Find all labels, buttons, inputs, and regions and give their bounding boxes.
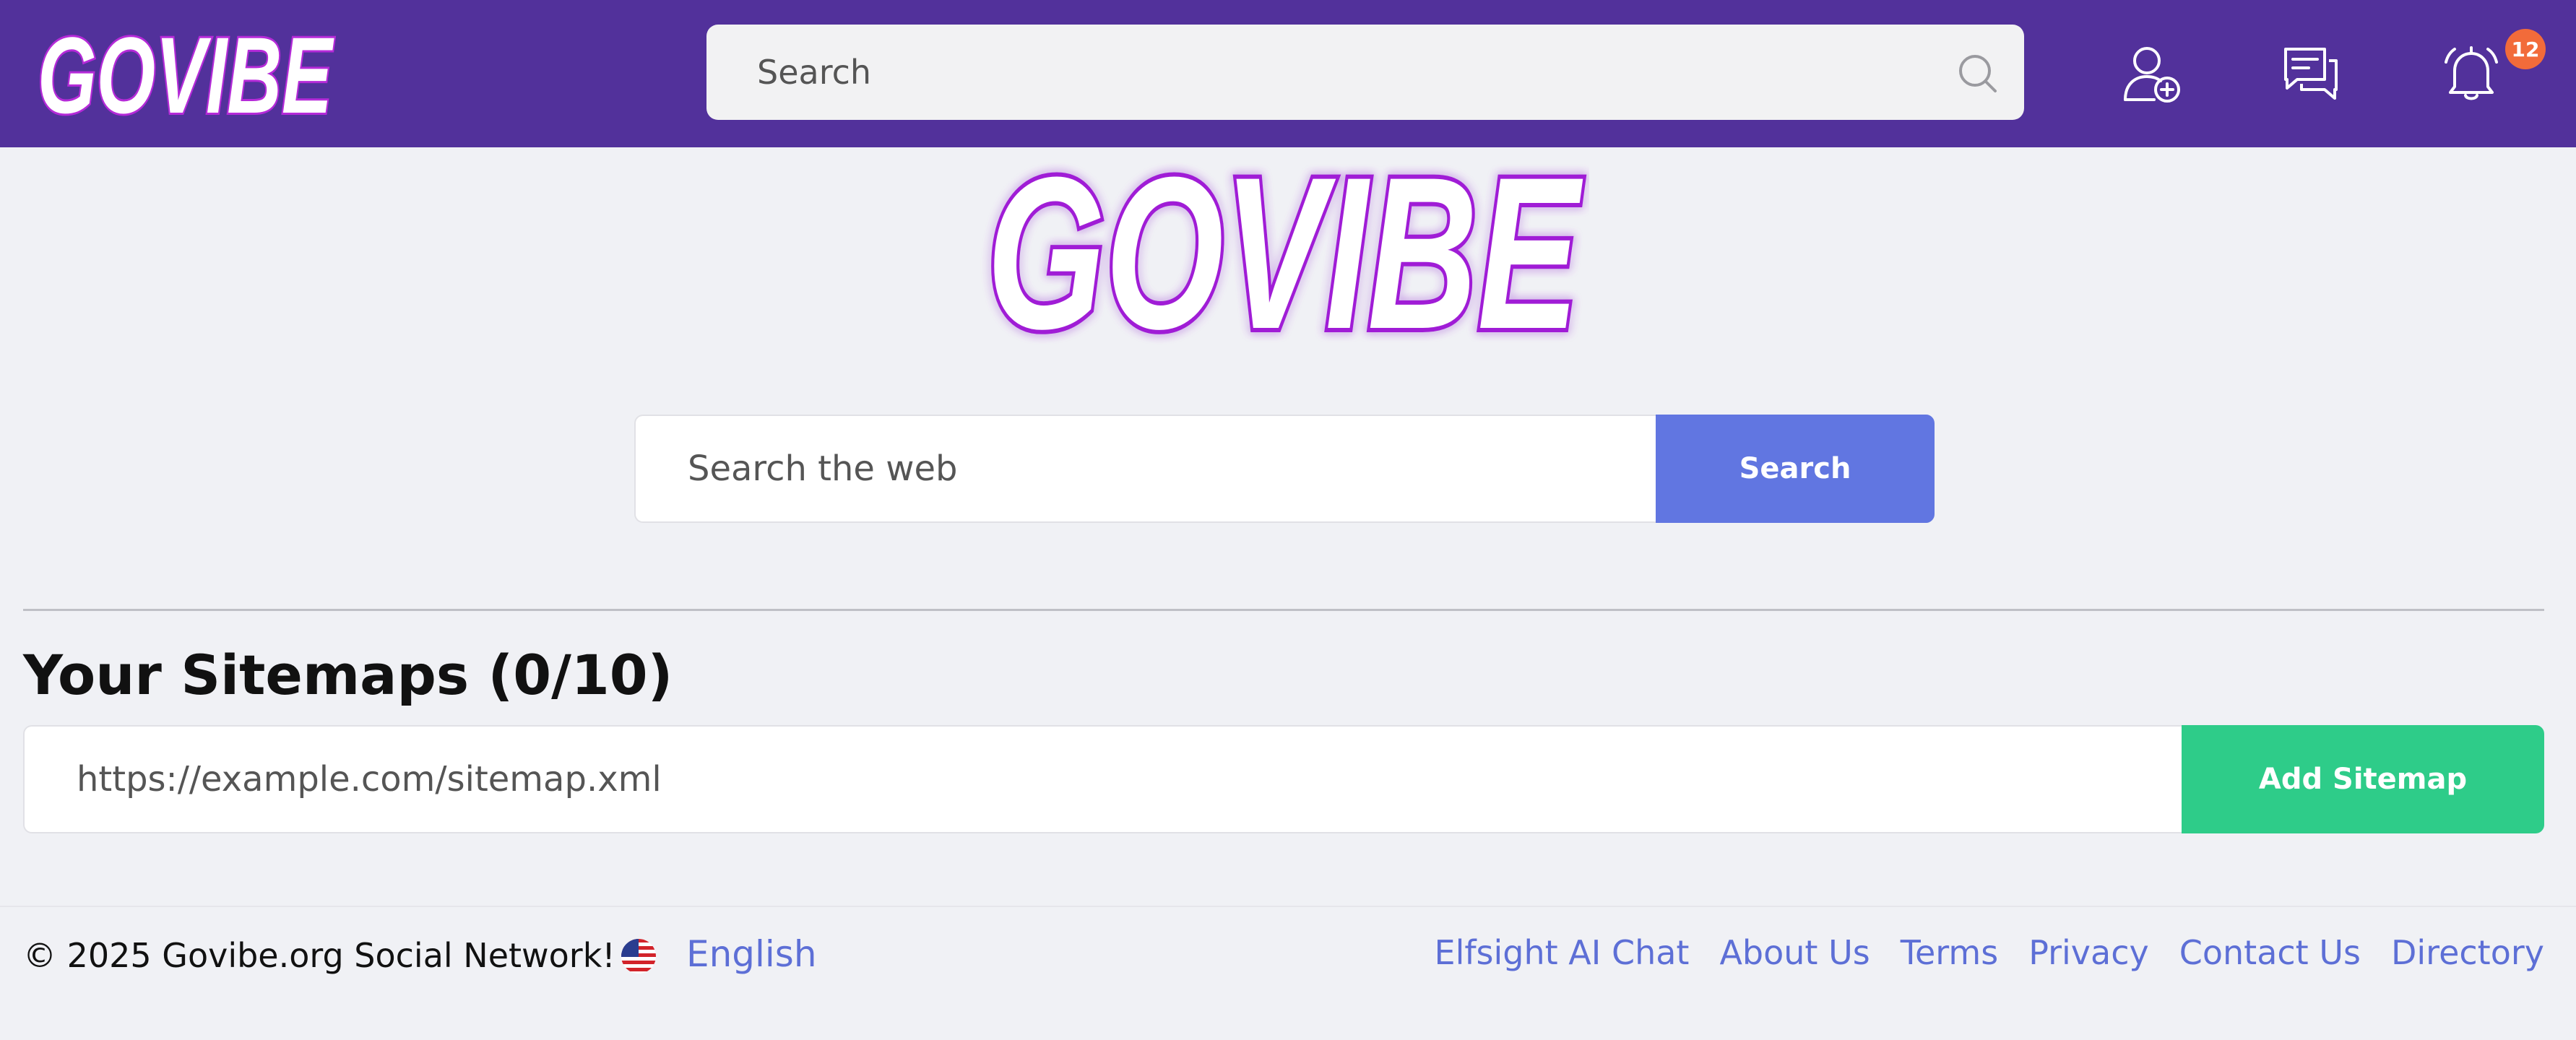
header-search-input[interactable] xyxy=(757,25,1913,120)
bell-icon[interactable] xyxy=(2440,42,2502,104)
header-search-box xyxy=(706,25,2024,120)
language-selector[interactable]: English xyxy=(686,933,817,975)
govibe-logo[interactable]: GOVIBE xyxy=(32,29,338,124)
sitemap-form: Add Sitemap xyxy=(23,725,2544,833)
section-divider xyxy=(23,609,2544,611)
search-icon[interactable] xyxy=(1956,52,2000,95)
footer-link-directory[interactable]: Directory xyxy=(2391,933,2544,972)
web-search-input[interactable] xyxy=(634,415,1657,523)
add-sitemap-button[interactable]: Add Sitemap xyxy=(2182,725,2544,833)
footer-link-terms[interactable]: Terms xyxy=(1901,933,1998,972)
footer-link-contact-us[interactable]: Contact Us xyxy=(2179,933,2361,972)
sitemaps-heading: Your Sitemaps (0/10) xyxy=(23,643,673,707)
logo-text: GOVIBE xyxy=(38,29,334,124)
footer-link-elfsight-ai-chat[interactable]: Elfsight AI Chat xyxy=(1435,933,1690,972)
top-navbar: GOVIBE 12 xyxy=(0,0,2576,147)
footer-links: Elfsight AI Chat About Us Terms Privacy … xyxy=(1435,933,2545,972)
messages-icon[interactable] xyxy=(2280,42,2342,104)
sitemap-url-input[interactable] xyxy=(23,725,2183,833)
govibe-main-logo: GOVIBE xyxy=(982,160,1589,345)
copyright-text: © 2025 Govibe.org Social Network! xyxy=(23,936,615,975)
us-flag-icon xyxy=(621,939,656,974)
add-user-icon[interactable] xyxy=(2121,42,2183,104)
web-search-button[interactable]: Search xyxy=(1656,415,1935,523)
footer-divider xyxy=(0,906,2576,907)
main-logo-text: GOVIBE xyxy=(987,160,1585,345)
footer-link-privacy[interactable]: Privacy xyxy=(2028,933,2149,972)
footer-link-about-us[interactable]: About Us xyxy=(1719,933,1870,972)
web-search-form: Search xyxy=(634,415,1935,523)
notification-badge: 12 xyxy=(2505,29,2546,69)
